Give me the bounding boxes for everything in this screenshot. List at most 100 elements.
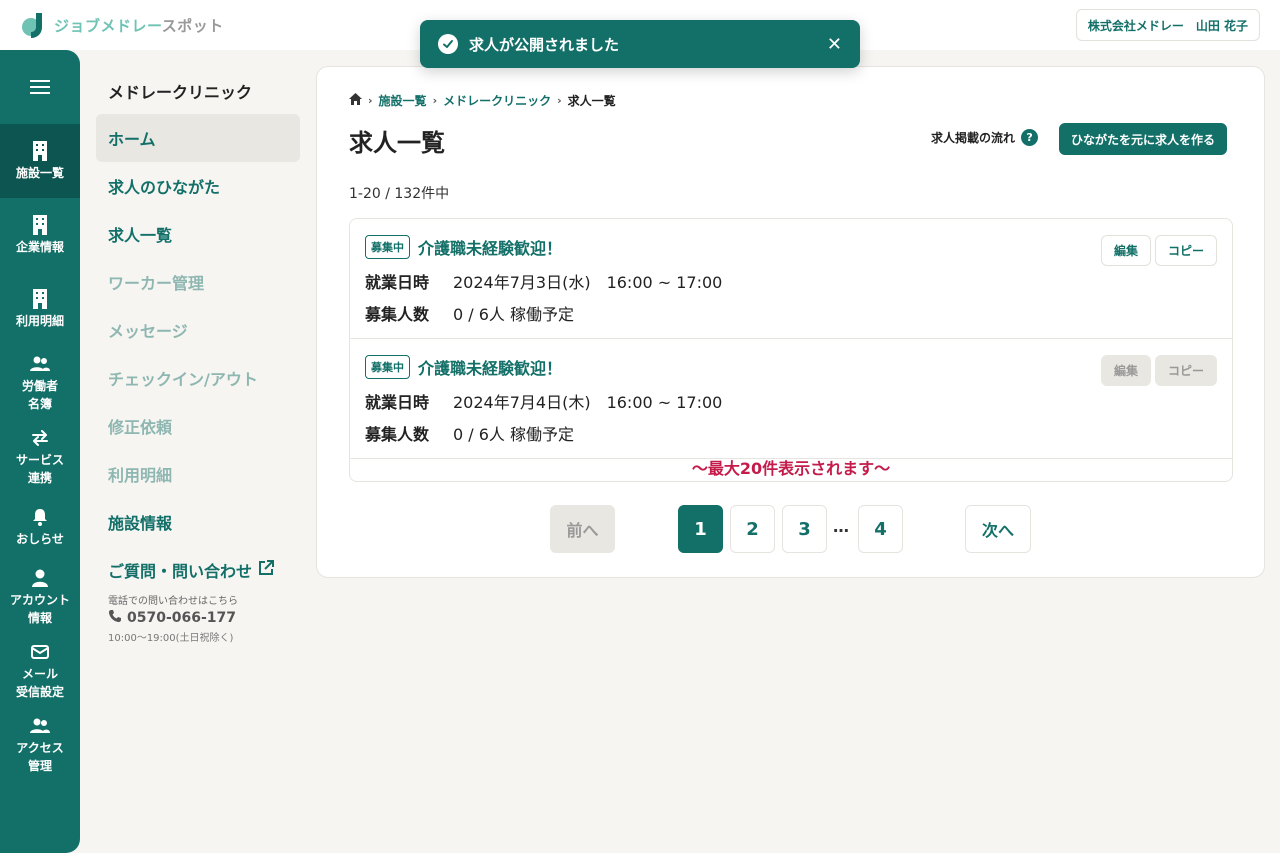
rail-label: 労働者 名簿 <box>21 378 58 411</box>
logo-mark-icon <box>20 11 48 39</box>
job-list: 募集中 介護職未経験歓迎！ 就業日時 2024年7月3日(水) 16:00 ~ 1… <box>349 218 1233 482</box>
contact-note: 電話での問い合わせはこちら <box>108 596 238 607</box>
posting-flow-help[interactable]: 求人掲載の流れ ? <box>931 129 1039 146</box>
chevron-right-icon: › <box>432 94 438 107</box>
home-icon[interactable] <box>349 93 362 108</box>
sidebar-item-corrections[interactable]: 修正依頼 <box>96 402 300 450</box>
facility-name: メドレークリニック <box>108 83 253 102</box>
success-toast: 求人が公開されました ✕ <box>420 20 860 68</box>
breadcrumb-current: 求人一覧 <box>567 94 616 108</box>
rail-label: 施設一覧 <box>15 165 64 180</box>
user-menu[interactable]: 株式会社メドレー 山田 花子 <box>1075 9 1260 41</box>
status-badge: 募集中 <box>365 235 410 259</box>
sidebar-item-billing[interactable]: 利用明細 <box>96 450 300 498</box>
rail-item-service-link[interactable]: サービス 連携 <box>0 420 80 494</box>
check-circle-icon <box>438 34 458 54</box>
max-items-note: 〜最大20件表示されます〜 <box>691 459 891 478</box>
people-label: 募集人数 <box>365 305 430 324</box>
logo[interactable]: ジョブメドレースポット <box>20 11 224 39</box>
rail-item-company[interactable]: 企業情報 <box>0 198 80 272</box>
contact-block: ご質問・問い合わせ 電話での問い合わせはこちら 0570-066-177 10:… <box>96 546 300 656</box>
job-card[interactable]: 募集中 介護職未経験歓迎！ 就業日時 2024年7月3日(水) 16:00 ~ 1… <box>350 219 1232 339</box>
rail-label: アカウント 情報 <box>9 592 70 625</box>
sidebar-item-home[interactable]: ホーム <box>96 114 300 162</box>
date-label: 就業日時 <box>365 393 430 412</box>
next-page-button[interactable]: 次へ <box>965 505 1031 553</box>
sidebar-item-checkin[interactable]: チェックイン/アウト <box>96 354 300 402</box>
building-icon <box>30 288 50 309</box>
pagination: 前へ 1 2 3 … 4 次へ <box>317 505 1266 553</box>
posting-flow-label: 求人掲載の流れ <box>931 131 1016 145</box>
rail-label: おしらせ <box>16 531 64 546</box>
phone-icon <box>108 609 122 627</box>
rail-label: メール 受信設定 <box>15 666 64 699</box>
rail-item-mail-settings[interactable]: メール 受信設定 <box>0 634 80 708</box>
rail-item-facilities[interactable]: 施設一覧 <box>0 124 80 198</box>
rail-item-workers[interactable]: 労働者 名簿 <box>0 346 80 420</box>
people-label: 募集人数 <box>365 425 430 444</box>
logo-text: ジョブメドレースポット <box>54 16 224 35</box>
people-value: 0 / 6人 稼働予定 <box>453 305 575 324</box>
date-value: 2024年7月4日(木) 16:00 ~ 17:00 <box>453 393 723 412</box>
copy-button[interactable]: コピー <box>1154 355 1217 386</box>
rail-item-billing[interactable]: 利用明細 <box>0 272 80 346</box>
contact-phone[interactable]: 0570-066-177 <box>108 609 288 627</box>
global-nav-rail: 施設一覧 企業情報 利用明細 労働者 名簿 サービス 連携 おしらせ アカウント… <box>0 50 80 853</box>
copy-button[interactable]: コピー <box>1154 235 1217 266</box>
person-icon <box>30 568 50 588</box>
job-title[interactable]: 介護職未経験歓迎！ <box>418 355 562 379</box>
rail-label: アクセス 管理 <box>16 740 64 773</box>
contact-hours: 10:00〜19:00(土日祝除く) <box>108 633 234 644</box>
breadcrumb-facilities[interactable]: 施設一覧 <box>379 92 427 109</box>
hamburger-menu-icon[interactable] <box>0 50 80 124</box>
page-button-4[interactable]: 4 <box>858 505 903 553</box>
contact-link-label: ご質問・問い合わせ <box>108 562 253 581</box>
sidebar-item-messages[interactable]: メッセージ <box>96 306 300 354</box>
page-title: 求人一覧 <box>349 129 445 157</box>
rail-label: サービス 連携 <box>15 452 64 485</box>
rail-item-account[interactable]: アカウント 情報 <box>0 560 80 634</box>
breadcrumb: › 施設一覧 › メドレークリニック › 求人一覧 <box>349 92 616 109</box>
rail-item-notices[interactable]: おしらせ <box>0 494 80 560</box>
job-card[interactable]: 募集中 介護職未経験歓迎！ 就業日時 2024年7月4日(木) 16:00 ~ 1… <box>350 339 1232 459</box>
date-value: 2024年7月3日(水) 16:00 ~ 17:00 <box>453 273 723 292</box>
building-icon <box>30 214 50 235</box>
building-icon <box>30 140 50 161</box>
rail-label: 利用明細 <box>15 313 64 328</box>
phone-number: 0570-066-177 <box>127 610 237 626</box>
job-title[interactable]: 介護職未経験歓迎！ <box>418 235 562 259</box>
facility-sidebar: メドレークリニック ホーム 求人のひながた 求人一覧 ワーカー管理 メッセージ … <box>96 66 300 656</box>
pagination-ellipsis: … <box>833 517 849 536</box>
sidebar-item-workers[interactable]: ワーカー管理 <box>96 258 300 306</box>
sidebar-item-job-list[interactable]: 求人一覧 <box>96 210 300 258</box>
rail-item-access[interactable]: アクセス 管理 <box>0 708 80 782</box>
contact-link[interactable]: ご質問・問い合わせ <box>108 558 288 582</box>
rail-label: 企業情報 <box>15 239 64 254</box>
breadcrumb-facility[interactable]: メドレークリニック <box>443 92 551 109</box>
external-link-icon <box>258 560 275 580</box>
arrows-swap-icon <box>30 428 50 448</box>
date-label: 就業日時 <box>365 273 430 292</box>
prev-page-button[interactable]: 前へ <box>550 505 615 553</box>
page-button-3[interactable]: 3 <box>782 505 827 553</box>
page-button-2[interactable]: 2 <box>730 505 775 553</box>
mail-icon <box>30 642 50 662</box>
create-from-template-button[interactable]: ひながたを元に求人を作る <box>1059 123 1228 155</box>
status-badge: 募集中 <box>365 355 410 379</box>
toast-message: 求人が公開されました <box>469 35 620 54</box>
chevron-right-icon: › <box>368 94 373 107</box>
sidebar-item-templates[interactable]: 求人のひながた <box>96 162 300 210</box>
close-icon[interactable]: ✕ <box>827 34 842 55</box>
main-content: › 施設一覧 › メドレークリニック › 求人一覧 求人一覧 求人掲載の流れ ?… <box>316 66 1265 578</box>
bell-icon <box>30 507 50 527</box>
edit-button[interactable]: 編集 <box>1100 235 1151 266</box>
people-icon <box>30 716 50 736</box>
people-icon <box>30 354 50 374</box>
result-count: 1-20 / 132件中 <box>349 186 450 202</box>
chevron-right-icon: › <box>557 94 562 107</box>
page-button-1[interactable]: 1 <box>678 505 723 553</box>
help-icon: ? <box>1021 129 1039 146</box>
sidebar-item-facility-info[interactable]: 施設情報 <box>96 498 300 546</box>
people-value: 0 / 6人 稼働予定 <box>453 425 575 444</box>
edit-button[interactable]: 編集 <box>1100 355 1151 386</box>
